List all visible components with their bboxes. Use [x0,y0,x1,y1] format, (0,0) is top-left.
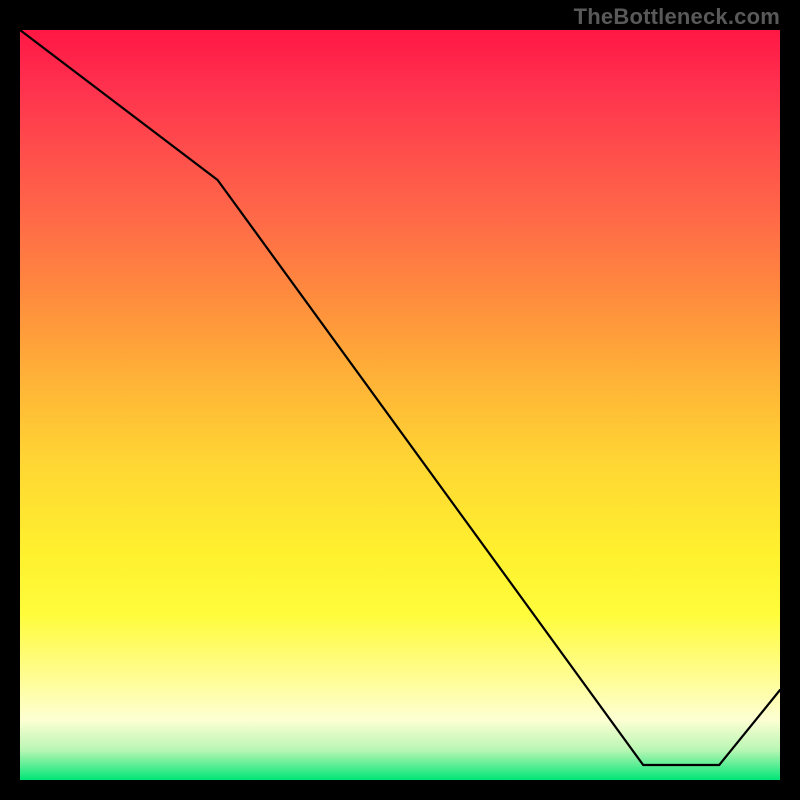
watermark-text: TheBottleneck.com [574,4,780,30]
curve-path [20,30,780,765]
plot-area [20,30,780,780]
chart-frame: TheBottleneck.com [0,0,800,800]
bottleneck-curve [20,30,780,780]
